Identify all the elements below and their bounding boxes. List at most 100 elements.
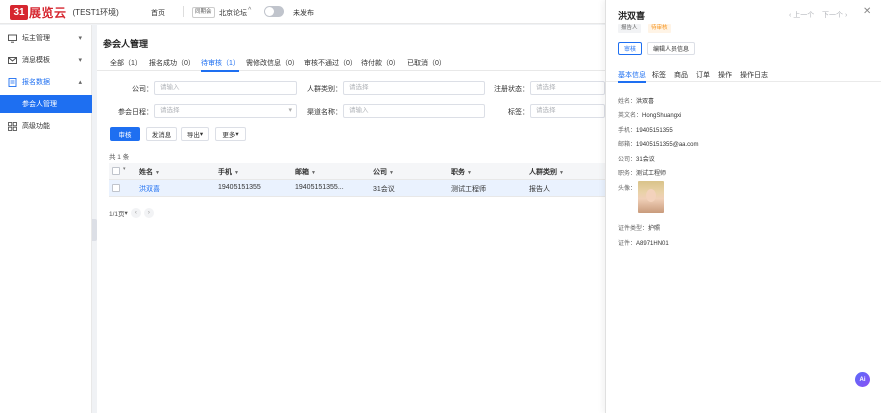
prev-page-button[interactable]: ‹ [130, 208, 141, 218]
active-tab-indicator [201, 70, 239, 72]
crowd-label: 人群类别： [307, 86, 342, 93]
divider [183, 6, 184, 17]
column-title[interactable]: 职务 ▼ [451, 167, 472, 177]
sidebar-item-label: 坛主管理 [22, 35, 50, 42]
field-title: 职务：测试工程师 [618, 168, 666, 177]
sidebar-item-registration-data[interactable]: 报名数据 ▴ [0, 73, 92, 91]
drawer-tabs: 基本信息 标签 商品 订单 操作 操作日志 [606, 64, 881, 83]
column-crowd[interactable]: 人群类别 ▼ [529, 167, 564, 177]
avatar[interactable] [638, 181, 664, 213]
chevron-down-icon: ▾ [235, 131, 239, 138]
review-button[interactable]: 审核 [110, 127, 140, 141]
crowd-placeholder: 请选择 [349, 84, 369, 91]
field-avatar: 头像： [618, 183, 636, 192]
logo-mark: 31 [10, 5, 28, 20]
channel-input[interactable]: 请输入 [343, 104, 485, 118]
sidebar-item-message-templates[interactable]: 消息模板 ▾ [0, 51, 92, 69]
page-info[interactable]: 1/1页 [109, 208, 125, 218]
forum-tag: 同期会 [192, 7, 215, 18]
sort-icon: ▼ [234, 170, 239, 176]
cell-phone: 19405151355 [218, 184, 261, 191]
field-id-type: 证件类型：护照 [618, 223, 660, 232]
field-email: 邮箱：19405151355@aa.com [618, 139, 699, 148]
table-header: ▾ 姓名 ▼ 手机 ▼ 邮箱 ▼ 公司 ▼ 职务 ▼ 人群类别 ▼ [109, 163, 605, 180]
tab-operations[interactable]: 操作 [718, 70, 732, 80]
column-label: 邮箱 [295, 169, 309, 176]
tab-tags[interactable]: 标签 [652, 70, 666, 80]
logo-text: 展览云 [29, 6, 67, 20]
tab-awaiting-payment[interactable]: 待付款（0） [361, 58, 400, 68]
page-title: 参会人管理 [103, 39, 149, 49]
tag-label: 标签： [508, 109, 529, 116]
column-label: 手机 [218, 169, 232, 176]
tab-rejected[interactable]: 审核不通过（0） [304, 58, 357, 68]
nav-home-link[interactable]: 首页 [151, 8, 165, 18]
column-email[interactable]: 邮箱 ▼ [295, 167, 316, 177]
attendee-name-link[interactable]: 洪双喜 [139, 184, 160, 194]
edit-info-button[interactable]: 编辑人员信息 [647, 42, 695, 55]
column-phone[interactable]: 手机 ▼ [218, 167, 239, 177]
tab-needs-modification[interactable]: 需修改信息（0） [246, 58, 299, 68]
next-record-button[interactable]: 下一个 › [822, 10, 847, 20]
next-page-button[interactable]: › [143, 208, 154, 218]
schedule-select[interactable]: 请选择 ▾ [154, 104, 297, 118]
sort-icon: ▼ [155, 170, 160, 176]
tab-products[interactable]: 商品 [674, 70, 688, 80]
field-value: 护照 [648, 226, 661, 232]
cell-company: 31会议 [373, 186, 395, 193]
tab-orders[interactable]: 订单 [696, 70, 710, 80]
chevron-down-icon: ▾ [199, 131, 204, 138]
sidebar-item-attendee-management[interactable]: 参会人管理 [0, 95, 92, 113]
field-name: 姓名：洪双喜 [618, 96, 654, 105]
logo[interactable]: 31 展览云 (TEST1环境) [10, 4, 119, 21]
chevron-down-icon: ▾ [78, 35, 82, 42]
field-value: 测试工程师 [636, 171, 667, 177]
table-row[interactable]: 洪双喜 19405151355 19405151355... 31会议 测试工程… [109, 180, 605, 197]
cell-title: 测试工程师 [451, 186, 486, 193]
field-key: 手机： [618, 128, 637, 134]
sort-icon: ▼ [389, 170, 394, 176]
field-value: 19405151355@aa.com [636, 142, 699, 148]
select-all-checkbox[interactable] [112, 167, 120, 175]
send-message-button[interactable]: 发消息 [146, 127, 177, 141]
field-english-name: 英文名：HongShuangxi [618, 110, 681, 119]
sidebar-item-forum-admin[interactable]: 坛主管理 ▾ [0, 29, 92, 47]
registration-status-select[interactable]: 请选择 [530, 81, 605, 95]
crowd-select[interactable]: 请选择 [343, 81, 485, 95]
column-name[interactable]: 姓名 ▼ [139, 167, 160, 177]
tab-registered[interactable]: 报名成功（0） [149, 58, 195, 68]
field-key: 姓名： [618, 99, 637, 105]
publish-toggle[interactable] [264, 6, 284, 17]
close-icon[interactable]: ✕ [863, 6, 871, 17]
prev-record-button[interactable]: ‹ 上一个 [789, 10, 814, 20]
tab-operation-log[interactable]: 操作日志 [740, 70, 768, 80]
tag-placeholder: 请选择 [536, 107, 556, 114]
drawer-review-button[interactable]: 审核 [618, 42, 642, 55]
tab-pending-review[interactable]: 待审核（1） [201, 58, 240, 68]
chevron-down-icon[interactable]: ▾ [123, 166, 126, 172]
chevron-up-icon[interactable]: ^ [248, 7, 251, 14]
more-button[interactable]: 更多 ▾ [215, 127, 246, 141]
row-checkbox[interactable] [112, 184, 120, 192]
detail-drawer: 洪双喜 报告人 待审核 ‹ 上一个 下一个 › ✕ 审核 编辑人员信息 基本信息… [605, 0, 881, 413]
tab-basic-info[interactable]: 基本信息 [618, 70, 646, 80]
environment-label: (TEST1环境) [72, 8, 119, 17]
field-key: 英文名： [618, 113, 643, 119]
registration-status-label: 注册状态： [494, 86, 529, 93]
tab-cancelled[interactable]: 已取消（0） [407, 58, 446, 68]
sidebar-item-label: 高级功能 [22, 123, 50, 130]
sidebar-item-advanced[interactable]: 高级功能 [0, 117, 92, 135]
field-key: 证件： [618, 241, 637, 247]
chevron-down-icon: ▾ [288, 107, 292, 114]
forum-selector[interactable]: 北京论坛 [219, 8, 247, 18]
chevron-down-icon[interactable]: ▾ [125, 209, 128, 217]
export-button[interactable]: 导出 ▾ [181, 127, 209, 141]
monitor-icon [8, 34, 17, 43]
company-input[interactable]: 请输入 [154, 81, 297, 95]
column-label: 人群类别 [529, 169, 557, 176]
tag-select[interactable]: 请选择 [530, 104, 605, 118]
ai-assistant-button[interactable]: Ai [855, 372, 870, 387]
column-company[interactable]: 公司 ▼ [373, 167, 394, 177]
avatar-face [646, 189, 656, 202]
tab-all[interactable]: 全部（1） [110, 58, 142, 68]
